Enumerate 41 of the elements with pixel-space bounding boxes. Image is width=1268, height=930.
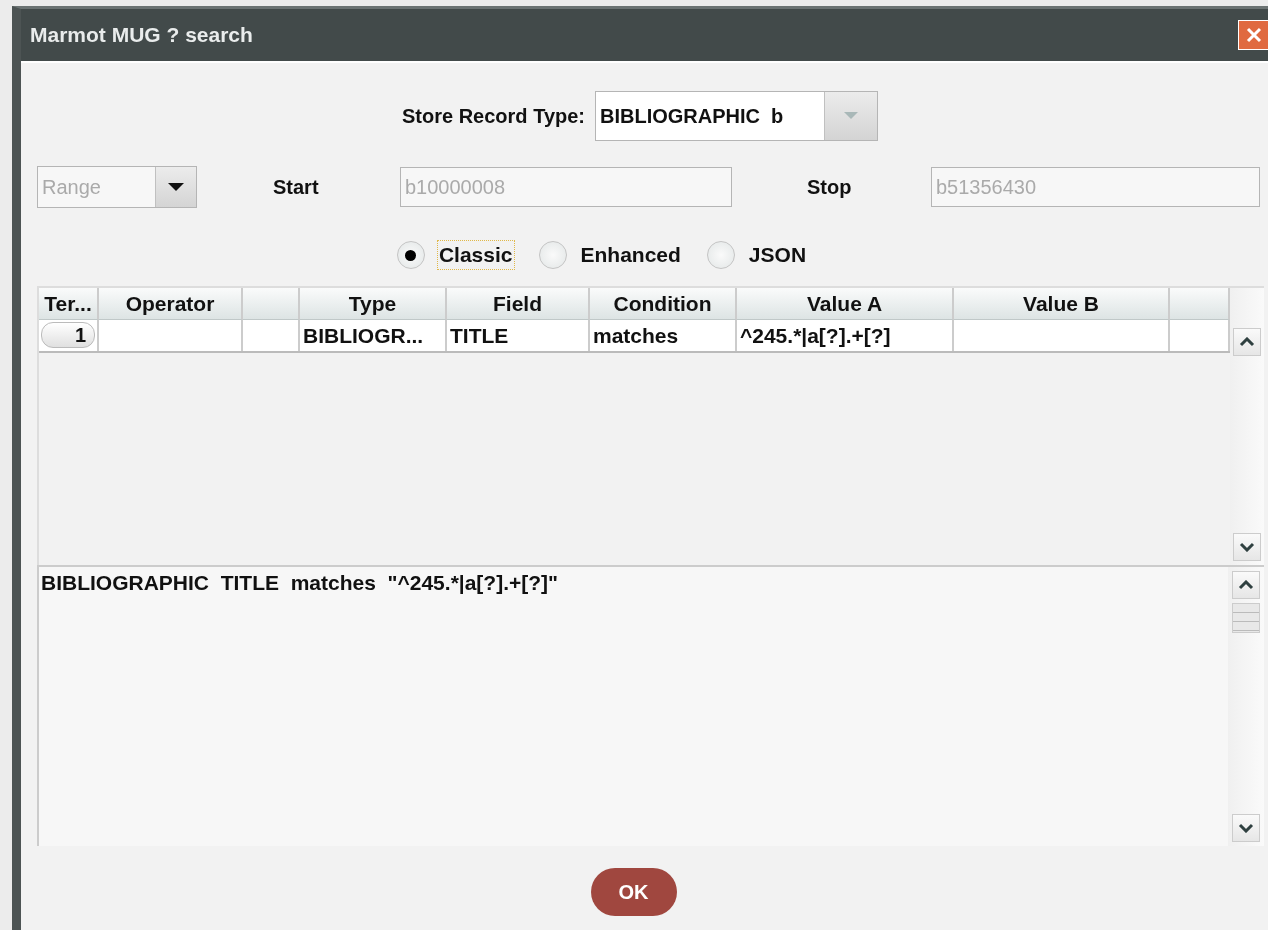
scroll-down-button[interactable] (1233, 533, 1261, 561)
column-header[interactable]: Field (447, 288, 590, 320)
close-button[interactable] (1238, 20, 1268, 50)
chevron-up-icon (1239, 337, 1255, 347)
scroll-thumb[interactable] (1232, 603, 1260, 633)
caret-icon (843, 111, 859, 121)
row-number-button[interactable]: 1 (41, 322, 95, 348)
column-header[interactable] (1170, 288, 1230, 320)
table-cell: BIBLIOGR... (300, 320, 447, 351)
table-cell: TITLE (447, 320, 590, 351)
column-header[interactable] (243, 288, 300, 320)
window-title: Marmot MUG ? search (30, 23, 253, 47)
expression-text: BIBLIOGRAPHIC TITLE matches "^245.*|a[?].+[?]" (41, 571, 559, 594)
caret-icon (167, 182, 185, 192)
stop-label: Stop (807, 175, 853, 199)
column-header[interactable]: Operator (99, 288, 243, 320)
radio-button[interactable] (706, 241, 735, 269)
scroll-down-button[interactable] (1232, 814, 1260, 842)
start-label: Start (273, 175, 320, 199)
column-header[interactable]: Type (300, 288, 447, 320)
column-header[interactable]: Value B (954, 288, 1170, 320)
scrollbar[interactable] (1230, 288, 1264, 565)
radio-button[interactable] (396, 241, 425, 269)
store-record-type-dropdown[interactable]: BIBLIOGRAPHIC b (595, 91, 878, 141)
scroll-up-button[interactable] (1233, 328, 1261, 356)
store-record-type-label: Store Record Type: (402, 104, 585, 128)
radio-label[interactable]: JSON (746, 240, 809, 270)
chevron-down-icon (1239, 542, 1255, 552)
column-header[interactable]: Value A (737, 288, 954, 320)
radio-label[interactable]: Enhanced (578, 240, 683, 270)
table-cell: ^245.*|a[?].+[?] (737, 320, 954, 351)
radio-button[interactable] (538, 241, 567, 269)
chevron-down-icon (1238, 823, 1254, 833)
column-header[interactable]: Condition (590, 288, 737, 320)
scroll-up-button[interactable] (1232, 571, 1260, 599)
column-header[interactable]: Ter... (39, 288, 99, 320)
ok-button[interactable]: OK (590, 868, 677, 916)
radio-label[interactable]: Classic (436, 240, 515, 270)
chevron-up-icon (1238, 580, 1254, 590)
table-cell: matches (590, 320, 737, 351)
expression-text-area[interactable]: BIBLIOGRAPHIC TITLE matches "^245.*|a[?].+[?]" (37, 567, 1228, 846)
